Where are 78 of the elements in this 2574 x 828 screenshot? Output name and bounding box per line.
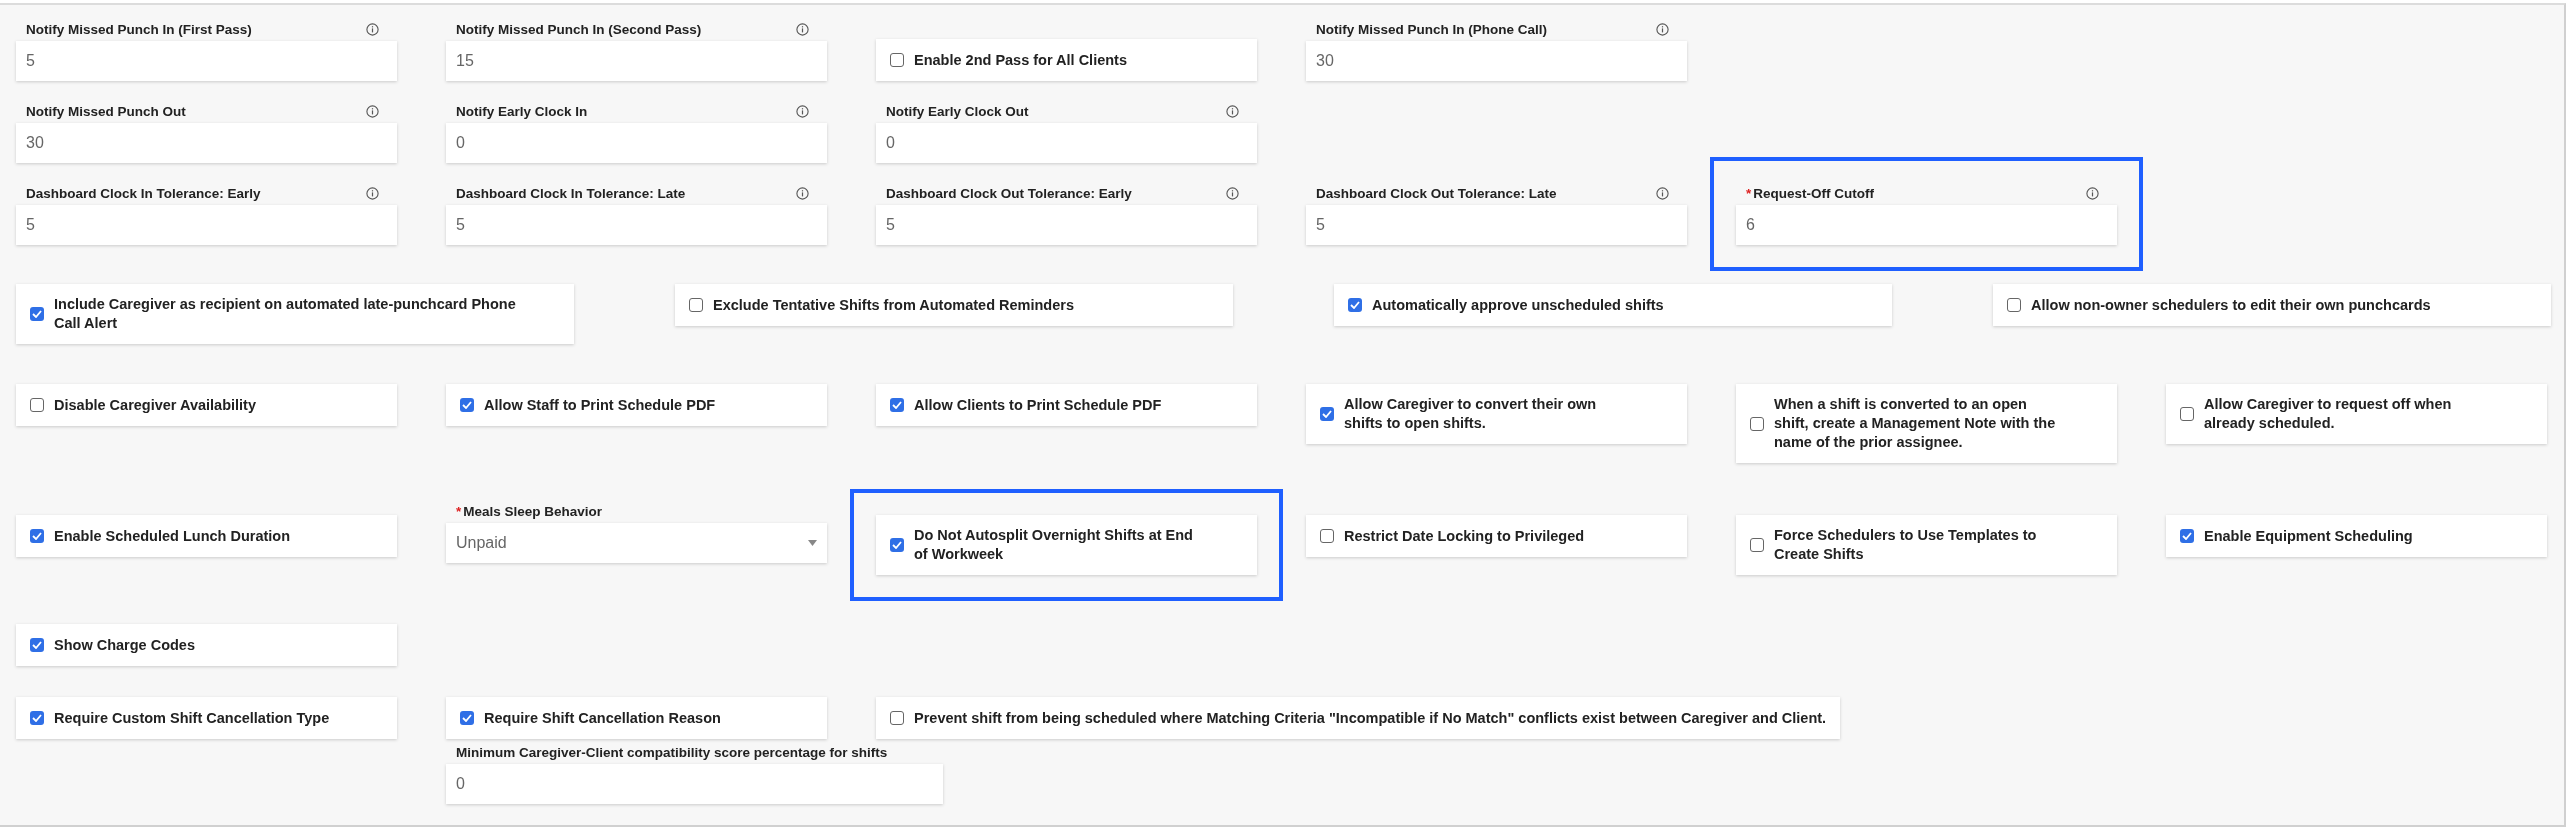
field-label: Notify Missed Punch In (Second Pass) bbox=[456, 21, 703, 37]
checkbox[interactable] bbox=[689, 298, 703, 312]
info-icon bbox=[366, 104, 379, 118]
field-label: Notify Missed Punch Out bbox=[26, 103, 187, 119]
select-dropdown[interactable]: Unpaid bbox=[446, 523, 827, 563]
checkbox-label: Include Caregiver as recipient on automated late-punchcard Phone Call Alert bbox=[54, 295, 517, 333]
field-label: *Meals Sleep Behavior bbox=[456, 503, 604, 519]
checkbox-label: Restrict Date Locking to Privileged bbox=[1344, 526, 1585, 546]
field-label: Dashboard Clock In Tolerance: Late bbox=[456, 185, 687, 201]
checkbox[interactable] bbox=[890, 538, 904, 552]
checkbox-label: Do Not Autosplit Overnight Shifts at End of Workweek bbox=[914, 526, 1194, 564]
checkbox[interactable] bbox=[2180, 407, 2194, 421]
checkbox[interactable] bbox=[1750, 538, 1764, 552]
field-label: Dashboard Clock Out Tolerance: Late bbox=[1316, 185, 1558, 201]
number-input[interactable]: 0 bbox=[446, 123, 827, 163]
checkbox-label: When a shift is converted to an open shift, create a Management Note with the name of the prior assignee. bbox=[1774, 395, 2057, 452]
checkbox[interactable] bbox=[2180, 529, 2194, 543]
checkbox-label: Enable Scheduled Lunch Duration bbox=[54, 526, 291, 546]
field-label: Notify Missed Punch In (First Pass) bbox=[26, 21, 253, 37]
info-icon bbox=[796, 186, 809, 200]
info-icon bbox=[1656, 22, 1669, 36]
number-input[interactable]: 5 bbox=[1306, 205, 1687, 245]
field-label: Notify Missed Punch In (Phone Call) bbox=[1316, 21, 1549, 37]
checkbox[interactable] bbox=[460, 398, 474, 412]
field-label: Notify Early Clock Out bbox=[886, 103, 1030, 119]
checkbox-label: Prevent shift from being scheduled where Matching Criteria "Incompatible if No Match" conflicts exist between Caregiver and Client. bbox=[914, 708, 1827, 728]
field-label: *Request-Off Cutoff bbox=[1746, 185, 1875, 201]
checkbox[interactable] bbox=[30, 307, 44, 321]
number-input[interactable]: 15 bbox=[446, 41, 827, 81]
field-label: Minimum Caregiver-Client compatibility score percentage for shifts bbox=[456, 744, 889, 760]
checkbox-label: Allow Caregiver to convert their own shifts to open shifts. bbox=[1344, 395, 1598, 433]
caret-icon bbox=[808, 540, 817, 546]
info-icon bbox=[1656, 186, 1669, 200]
checkbox-label: Allow non-owner schedulers to edit their own punchcards bbox=[2031, 295, 2431, 315]
number-input[interactable]: 6 bbox=[1736, 205, 2117, 245]
checkbox[interactable] bbox=[890, 711, 904, 725]
info-icon bbox=[796, 104, 809, 118]
checkbox[interactable] bbox=[30, 529, 44, 543]
checkbox-label: Disable Caregiver Availability bbox=[54, 395, 257, 415]
number-input[interactable]: 5 bbox=[876, 205, 1257, 245]
checkbox-label: Allow Staff to Print Schedule PDF bbox=[484, 395, 716, 415]
number-input[interactable]: 0 bbox=[446, 764, 943, 804]
info-icon bbox=[1226, 186, 1239, 200]
checkbox-label: Automatically approve unscheduled shifts bbox=[1372, 295, 1664, 315]
checkbox[interactable] bbox=[890, 53, 904, 67]
checkbox-label: Require Custom Shift Cancellation Type bbox=[54, 708, 330, 728]
number-input[interactable]: 5 bbox=[446, 205, 827, 245]
checkbox[interactable] bbox=[1750, 416, 1764, 431]
info-icon bbox=[2086, 186, 2099, 200]
checkbox[interactable] bbox=[2007, 298, 2021, 312]
field-label: Dashboard Clock In Tolerance: Early bbox=[26, 185, 262, 201]
number-input[interactable]: 0 bbox=[876, 123, 1257, 163]
field-label: Notify Early Clock In bbox=[456, 103, 589, 119]
checkbox[interactable] bbox=[890, 398, 904, 412]
checkbox-label: Require Shift Cancellation Reason bbox=[484, 708, 721, 728]
number-input[interactable]: 30 bbox=[16, 123, 397, 163]
info-icon bbox=[366, 186, 379, 200]
checkbox-label: Enable 2nd Pass for All Clients bbox=[914, 50, 1127, 70]
field-label: Dashboard Clock Out Tolerance: Early bbox=[886, 185, 1133, 201]
number-input[interactable]: 5 bbox=[16, 41, 397, 81]
checkbox[interactable] bbox=[1320, 407, 1334, 421]
checkbox-label: Exclude Tentative Shifts from Automated Reminders bbox=[713, 295, 1074, 315]
number-input[interactable]: 30 bbox=[1306, 41, 1687, 81]
checkbox-label: Allow Clients to Print Schedule PDF bbox=[914, 395, 1162, 415]
checkbox[interactable] bbox=[1320, 529, 1334, 543]
checkbox[interactable] bbox=[30, 711, 44, 725]
checkbox-label: Allow Caregiver to request off when already scheduled. bbox=[2204, 395, 2453, 433]
checkbox-label: Enable Equipment Scheduling bbox=[2204, 526, 2413, 546]
info-icon bbox=[796, 22, 809, 36]
number-input[interactable]: 5 bbox=[16, 205, 397, 245]
info-icon bbox=[366, 22, 379, 36]
info-icon bbox=[1226, 104, 1239, 118]
checkbox[interactable] bbox=[30, 638, 44, 652]
checkbox[interactable] bbox=[460, 711, 474, 725]
checkbox[interactable] bbox=[1348, 298, 1362, 312]
checkbox-label: Force Schedulers to Use Templates to Create Shifts bbox=[1774, 526, 2038, 564]
checkbox-label: Show Charge Codes bbox=[54, 635, 195, 655]
checkbox[interactable] bbox=[30, 398, 44, 412]
